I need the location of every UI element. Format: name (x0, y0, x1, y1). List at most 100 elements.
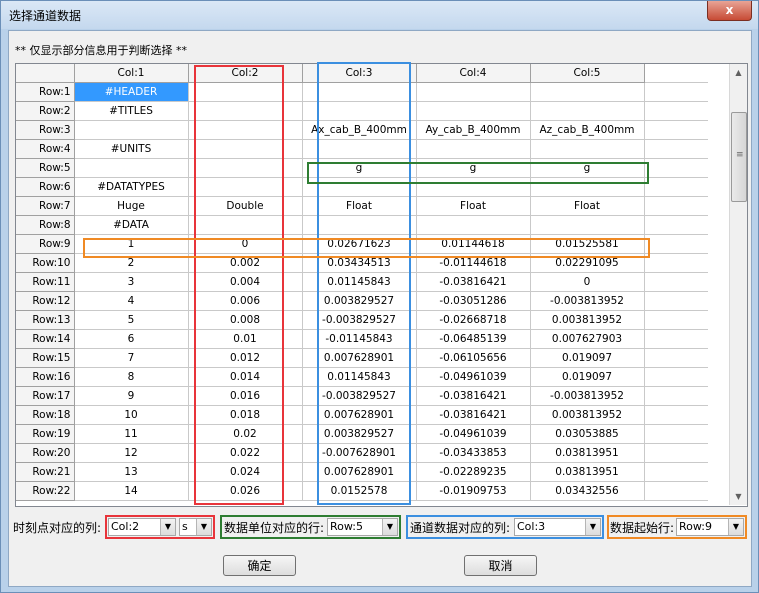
row-header[interactable]: Row:19 (16, 424, 75, 444)
row-header[interactable]: Row:18 (16, 405, 75, 425)
grid-cell[interactable]: 0.01144618 (416, 234, 531, 254)
grid-cell[interactable]: 0.02671623 (302, 234, 417, 254)
close-button[interactable]: x (707, 1, 752, 21)
grid-cell[interactable]: #TITLES (74, 101, 189, 121)
grid-cell[interactable] (188, 158, 303, 178)
unit-row-select[interactable]: Row:5 ▼ (327, 518, 398, 536)
grid-cell[interactable]: -0.03816421 (416, 405, 531, 425)
grid-cell[interactable]: -0.03051286 (416, 291, 531, 311)
row-header[interactable]: Row:5 (16, 158, 75, 178)
time-unit-select[interactable]: s ▼ (179, 518, 212, 536)
grid-cell[interactable]: 0.01145843 (302, 272, 417, 292)
grid-cell[interactable] (530, 101, 645, 121)
grid-cell[interactable] (530, 82, 645, 102)
grid-cell[interactable]: Ay_cab_B_400mm (416, 120, 531, 140)
grid-cell[interactable]: 0.0152578 (302, 481, 417, 501)
ok-button[interactable]: 确定 (223, 555, 296, 576)
grid-cell[interactable]: -0.01909753 (416, 481, 531, 501)
grid-cell[interactable] (416, 215, 531, 235)
cancel-button[interactable]: 取消 (464, 555, 537, 576)
grid-cell[interactable]: 0.007628901 (302, 348, 417, 368)
grid-cell[interactable]: 0.007627903 (530, 329, 645, 349)
grid-cell[interactable]: 1 (74, 234, 189, 254)
column-header[interactable]: Col:1 (74, 64, 189, 83)
grid-cell[interactable] (74, 120, 189, 140)
grid-cell[interactable]: Float (416, 196, 531, 216)
grid-cell[interactable]: 9 (74, 386, 189, 406)
grid-cell[interactable]: 0.006 (188, 291, 303, 311)
grid-cell[interactable] (530, 177, 645, 197)
grid-cell[interactable]: Huge (74, 196, 189, 216)
grid-cell[interactable] (302, 101, 417, 121)
grid-cell[interactable]: 0.03434513 (302, 253, 417, 273)
grid-cell[interactable]: -0.003829527 (302, 310, 417, 330)
grid-cell[interactable] (188, 139, 303, 159)
row-header[interactable]: Row:2 (16, 101, 75, 121)
grid-cell[interactable]: 0.026 (188, 481, 303, 501)
grid-cell[interactable]: -0.01145843 (302, 329, 417, 349)
grid-cell[interactable]: 0.002 (188, 253, 303, 273)
column-header[interactable]: Col:4 (416, 64, 531, 83)
grid-cell[interactable]: -0.03816421 (416, 386, 531, 406)
grid-cell[interactable] (302, 215, 417, 235)
row-header[interactable]: Row:21 (16, 462, 75, 482)
grid-cell[interactable] (188, 177, 303, 197)
row-header[interactable]: Row:7 (16, 196, 75, 216)
column-header[interactable]: Col:3 (302, 64, 417, 83)
grid-cell[interactable]: #DATA (74, 215, 189, 235)
grid-cell[interactable]: 0.01525581 (530, 234, 645, 254)
channel-col-select[interactable]: Col:3 ▼ (514, 518, 601, 536)
grid-cell[interactable] (302, 139, 417, 159)
grid-cell[interactable]: 13 (74, 462, 189, 482)
grid-cell[interactable]: 4 (74, 291, 189, 311)
grid-cell[interactable]: -0.003829527 (302, 386, 417, 406)
grid-cell[interactable]: 0.003813952 (530, 405, 645, 425)
row-header[interactable]: Row:12 (16, 291, 75, 311)
time-col-select[interactable]: Col:2 ▼ (108, 518, 176, 536)
column-header[interactable]: Col:5 (530, 64, 645, 83)
grid-cell[interactable]: -0.03433853 (416, 443, 531, 463)
grid-cell[interactable]: 0.003829527 (302, 424, 417, 444)
grid-cell[interactable]: g (302, 158, 417, 178)
grid-cell[interactable] (530, 215, 645, 235)
grid-cell[interactable]: 0.003813952 (530, 310, 645, 330)
row-header[interactable]: Row:6 (16, 177, 75, 197)
grid-cell[interactable]: -0.01144618 (416, 253, 531, 273)
grid-cell[interactable] (416, 82, 531, 102)
grid-cell[interactable] (416, 177, 531, 197)
grid-cell[interactable]: 0.02291095 (530, 253, 645, 273)
grid-cell[interactable] (188, 120, 303, 140)
row-header[interactable]: Row:9 (16, 234, 75, 254)
grid-cell[interactable]: Az_cab_B_400mm (530, 120, 645, 140)
grid-cell[interactable]: 0.012 (188, 348, 303, 368)
row-header[interactable]: Row:4 (16, 139, 75, 159)
row-header[interactable]: Row:17 (16, 386, 75, 406)
row-header[interactable]: Row:16 (16, 367, 75, 387)
row-header[interactable]: Row:15 (16, 348, 75, 368)
grid-cell[interactable]: 0.007628901 (302, 405, 417, 425)
grid-cell[interactable]: #DATATYPES (74, 177, 189, 197)
row-header[interactable]: Row:13 (16, 310, 75, 330)
grid-cell[interactable]: 0.018 (188, 405, 303, 425)
grid-cell[interactable]: -0.04961039 (416, 367, 531, 387)
scroll-thumb[interactable]: ≡ (731, 112, 747, 202)
grid-cell[interactable]: 14 (74, 481, 189, 501)
grid-cell[interactable]: Float (530, 196, 645, 216)
grid-cell[interactable]: g (416, 158, 531, 178)
grid-cell[interactable] (416, 101, 531, 121)
grid-cell[interactable]: Ax_cab_B_400mm (302, 120, 417, 140)
grid-cell[interactable]: 0.022 (188, 443, 303, 463)
row-header[interactable]: Row:8 (16, 215, 75, 235)
grid-cell[interactable] (74, 158, 189, 178)
scroll-up-icon[interactable]: ▲ (730, 64, 747, 81)
grid-cell[interactable]: 0.01 (188, 329, 303, 349)
grid-cell[interactable] (188, 215, 303, 235)
title-bar[interactable]: 选择通道数据 x (1, 1, 758, 29)
grid-cell[interactable]: -0.06485139 (416, 329, 531, 349)
grid-cell[interactable]: 0.03813951 (530, 443, 645, 463)
grid-cell[interactable]: -0.02289235 (416, 462, 531, 482)
grid-cell[interactable]: 0.03053885 (530, 424, 645, 444)
grid-cell[interactable]: -0.003813952 (530, 386, 645, 406)
grid-cell[interactable]: -0.02668718 (416, 310, 531, 330)
grid-cell[interactable]: Float (302, 196, 417, 216)
